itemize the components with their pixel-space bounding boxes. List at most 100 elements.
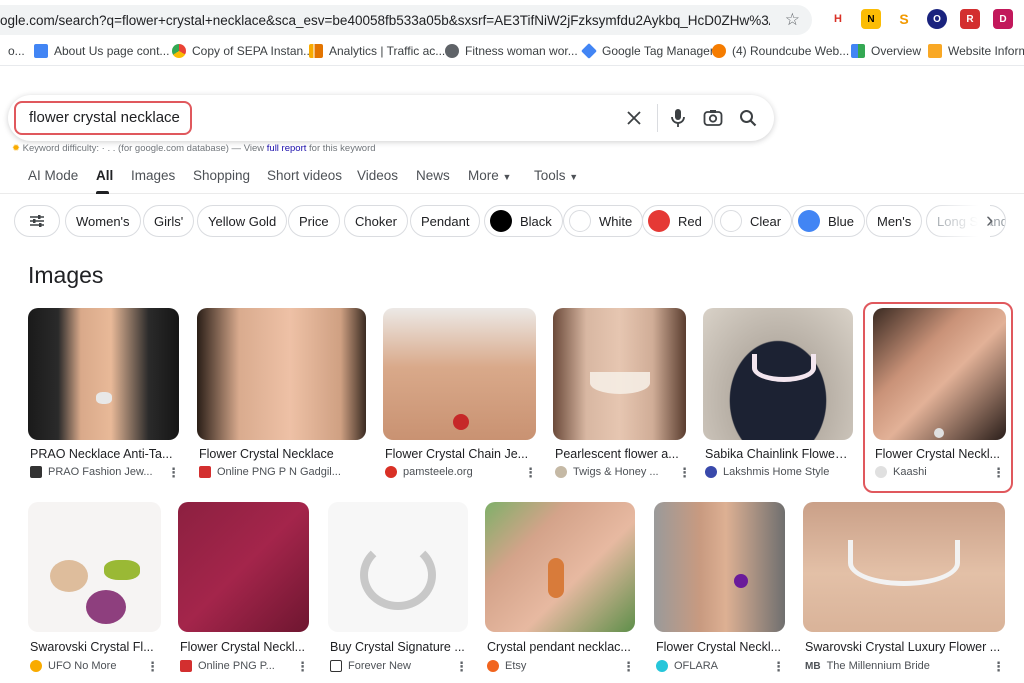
more-options-icon[interactable]: ⋮ (167, 465, 180, 481)
result-title[interactable]: Flower Crystal Neckl... (656, 640, 784, 654)
chip-choker[interactable]: Choker (344, 205, 408, 237)
result-title[interactable]: Buy Crystal Signature ... (330, 640, 466, 654)
result-title[interactable]: PRAO Necklace Anti-Ta... (30, 447, 178, 461)
result-title[interactable]: Swarovski Crystal Fl... (30, 640, 158, 654)
source-favicon (30, 660, 42, 672)
result-source[interactable]: OFLARA (656, 660, 766, 672)
chip-clear[interactable]: Clear (714, 205, 793, 237)
microphone-icon[interactable] (666, 106, 690, 130)
url-text[interactable]: ogle.com/search?q=flower+crystal+necklac… (0, 13, 770, 28)
result-title[interactable]: Flower Crystal Chain Je... (385, 447, 533, 461)
result-source[interactable]: PRAO Fashion Jew... (30, 466, 160, 478)
result-image[interactable] (178, 502, 309, 632)
result-source[interactable]: UFO No More (30, 660, 140, 672)
extension-icon[interactable]: R (960, 9, 980, 29)
chip-blue[interactable]: Blue (792, 205, 866, 237)
result-title[interactable]: Flower Crystal Necklace (199, 447, 365, 461)
pendant-shape (848, 540, 960, 586)
result-source[interactable]: pamsteele.org (385, 466, 515, 478)
chrome-icon (172, 44, 186, 58)
extension-icon[interactable]: S (894, 9, 914, 29)
clear-icon[interactable] (622, 106, 646, 130)
result-source[interactable]: Twigs & Honey ... (555, 466, 675, 478)
tab-videos[interactable]: Videos (357, 168, 398, 183)
more-options-icon[interactable]: ⋮ (296, 659, 309, 675)
tab-tools[interactable]: Tools ▼ (534, 168, 578, 183)
chip-red[interactable]: Red (642, 205, 713, 237)
extension-icon[interactable]: H (828, 9, 848, 29)
more-options-icon[interactable]: ⋮ (455, 659, 468, 675)
filter-settings-button[interactable] (14, 205, 60, 237)
chip-womens[interactable]: Women's (65, 205, 141, 237)
result-title[interactable]: Swarovski Crystal Luxury Flower ... (805, 640, 1003, 654)
result-title[interactable]: Crystal pendant necklac... (487, 640, 633, 654)
tab-news[interactable]: News (416, 168, 450, 183)
roundcube-icon (712, 44, 726, 58)
tab-images[interactable]: Images (131, 168, 175, 183)
docs-icon (34, 44, 48, 58)
extension-icon[interactable]: D (993, 9, 1013, 29)
pendant-shape (96, 392, 112, 404)
chip-price[interactable]: Price (288, 205, 340, 237)
chip-black[interactable]: Black (484, 205, 563, 237)
search-input[interactable]: flower crystal necklace (29, 109, 180, 126)
bookmark-partial[interactable]: o... (8, 44, 25, 58)
tools-dropdown-icon: ▼ (569, 172, 579, 182)
bookmark-item[interactable]: Overview (851, 44, 921, 58)
result-image[interactable] (654, 502, 785, 632)
full-report-link[interactable]: full report (267, 143, 307, 154)
bookmark-item[interactable]: Fitness woman wor... (445, 44, 578, 58)
extension-icon[interactable]: O (927, 9, 947, 29)
pendant-shape (752, 354, 816, 382)
more-options-icon[interactable]: ⋮ (992, 659, 1005, 675)
bookmark-item[interactable]: Google Tag Manager (581, 43, 714, 59)
more-options-icon[interactable]: ⋮ (678, 465, 691, 481)
result-source[interactable]: Online PNG P... (180, 660, 290, 672)
more-options-icon[interactable]: ⋮ (524, 465, 537, 481)
bookmark-item[interactable]: (4) Roundcube Web... (712, 44, 849, 58)
analytics-icon (309, 44, 323, 58)
tab-ai-mode[interactable]: AI Mode (28, 168, 78, 183)
website-icon (928, 44, 942, 58)
bookmark-item[interactable]: Analytics | Traffic ac... (309, 44, 445, 58)
source-favicon (656, 660, 668, 672)
chip-girls[interactable]: Girls' (143, 205, 195, 237)
result-image[interactable] (28, 308, 179, 440)
chevron-right-icon[interactable]: › (986, 207, 993, 233)
source-favicon (705, 466, 717, 478)
tab-more[interactable]: More ▼ (468, 168, 511, 183)
chip-pendant[interactable]: Pendant (410, 205, 481, 237)
extension-icon[interactable]: N (861, 9, 881, 29)
more-options-icon[interactable]: ⋮ (622, 659, 635, 675)
more-options-icon[interactable]: ⋮ (146, 659, 159, 675)
result-source[interactable]: Forever New (330, 660, 440, 672)
result-source[interactable]: MB The Millennium Bride (805, 660, 985, 672)
source-favicon (330, 660, 342, 672)
result-image[interactable] (197, 308, 366, 440)
more-dropdown-icon: ▼ (502, 172, 512, 182)
chip-mens[interactable]: Men's (866, 205, 923, 237)
pendant-shape (453, 414, 469, 430)
address-bar[interactable]: ogle.com/search?q=flower+crystal+necklac… (0, 5, 812, 35)
tab-short-videos[interactable]: Short videos (267, 168, 342, 183)
chip-white[interactable]: White (563, 205, 644, 237)
tab-all[interactable]: All (96, 168, 113, 183)
search-divider (657, 104, 658, 132)
lens-icon[interactable] (701, 106, 725, 130)
result-title[interactable]: Pearlescent flower a... (555, 447, 685, 461)
more-options-icon[interactable]: ⋮ (772, 659, 785, 675)
search-icon[interactable] (736, 106, 760, 130)
bookmarks-bar: o... About Us page cont... Copy of SEPA … (0, 39, 1024, 66)
bookmark-star-icon[interactable]: ☆ (785, 10, 800, 30)
bookmark-item[interactable]: Website Informe (928, 44, 1024, 58)
chip-yellow-gold[interactable]: Yellow Gold (197, 205, 288, 237)
result-title[interactable]: Sabika Chainlink Flower ... (705, 447, 851, 461)
tab-shopping[interactable]: Shopping (193, 168, 250, 183)
result-source[interactable]: Online PNG P N Gadgil... (199, 466, 359, 478)
bookmark-item[interactable]: Copy of SEPA Instan... (172, 44, 313, 58)
result-source[interactable]: Etsy (487, 660, 597, 672)
result-source[interactable]: Lakshmis Home Style (705, 466, 851, 478)
pendant-shape (590, 372, 650, 394)
result-title[interactable]: Flower Crystal Neckl... (180, 640, 308, 654)
bookmark-item[interactable]: About Us page cont... (34, 44, 169, 58)
